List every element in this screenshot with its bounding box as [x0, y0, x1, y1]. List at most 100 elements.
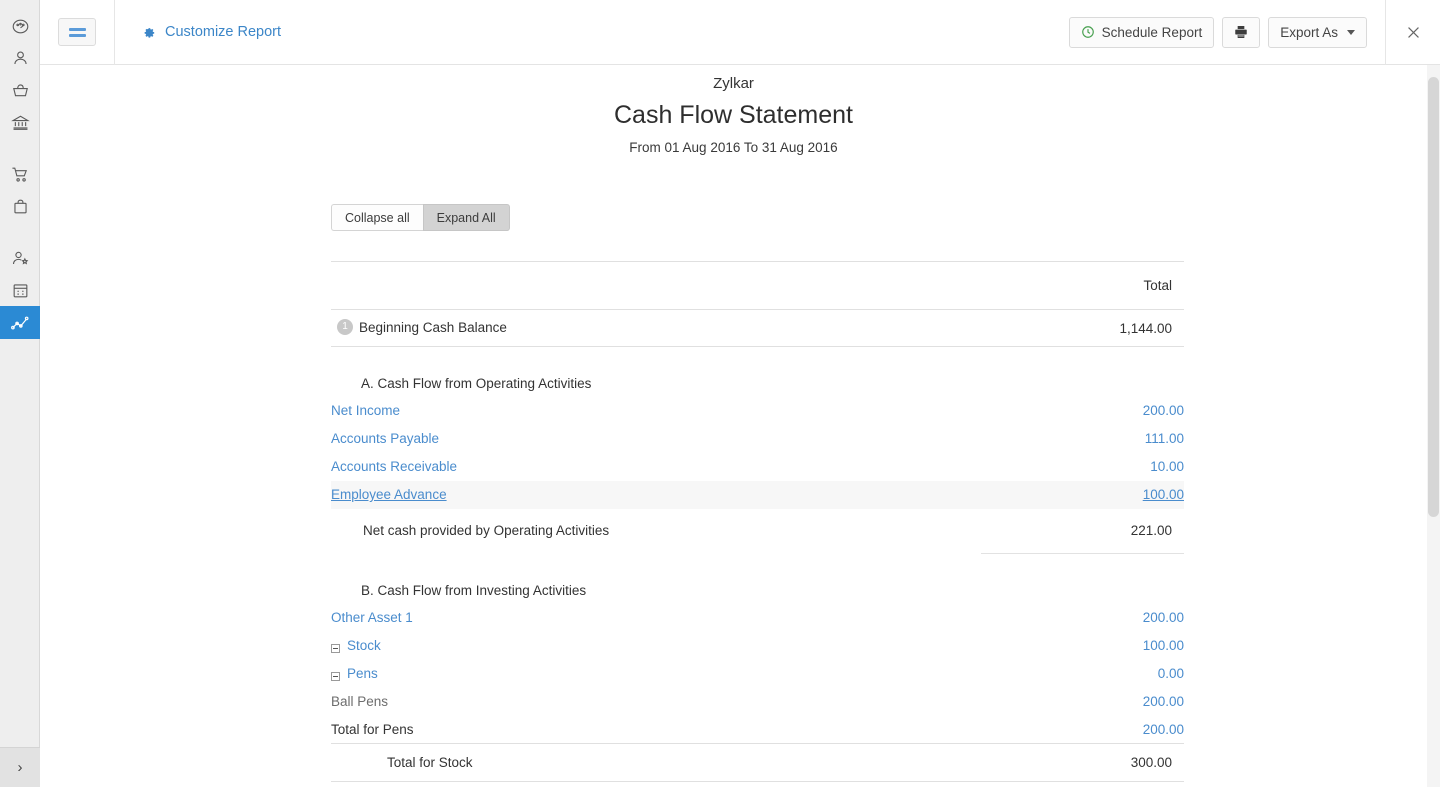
header-blank	[331, 262, 1022, 310]
sidebar-items	[0, 0, 39, 339]
row-value-ball-pens[interactable]: 200.00	[1022, 688, 1184, 716]
shopping-cart-icon	[11, 165, 30, 184]
row-label-pens: Pens	[331, 660, 1022, 688]
table-row-operating-subtotal: Net cash provided by Operating Activitie…	[331, 509, 1184, 553]
account-link-net-income[interactable]: Net Income	[331, 403, 400, 418]
account-link-accounts-payable[interactable]: Accounts Payable	[331, 431, 439, 446]
table-row-total-for-stock: Total for Stock 300.00	[331, 744, 1184, 782]
section-b-title-value	[1022, 554, 1184, 604]
table-row[interactable]: Net Income 200.00	[331, 397, 1184, 425]
section-a-title-row: A. Cash Flow from Operating Activities	[331, 347, 1184, 397]
customize-report-label: Customize Report	[165, 24, 281, 40]
account-link-employee-advance[interactable]: Employee Advance	[331, 487, 447, 502]
row-value-pens[interactable]: 0.00	[1022, 660, 1184, 688]
account-link-accounts-receivable[interactable]: Accounts Receivable	[331, 459, 457, 474]
table-row[interactable]: Other Asset 1 200.00	[331, 604, 1184, 632]
row-value-total-for-pens: 200.00	[1022, 716, 1184, 744]
row-label-employee-advance: Employee Advance	[331, 481, 1022, 509]
person-star-icon	[11, 249, 30, 268]
row-value-other-asset-1[interactable]: 200.00	[1022, 604, 1184, 632]
sidebar-item-time-tracking[interactable]	[0, 242, 40, 274]
sidebar-item-customers[interactable]	[0, 42, 40, 74]
section-b-title: B. Cash Flow from Investing Activities	[331, 554, 1022, 604]
section-b-title-row: B. Cash Flow from Investing Activities	[331, 554, 1184, 604]
row-label-accounts-receivable: Accounts Receivable	[331, 453, 1022, 481]
row-label-total-for-pens: Total for Pens	[331, 716, 1022, 744]
table-row-hovered[interactable]: Employee Advance 100.00	[331, 481, 1184, 509]
sidebar-item-purchases[interactable]	[0, 190, 40, 222]
header-total: Total	[1022, 262, 1184, 310]
section-a-title: A. Cash Flow from Operating Activities	[331, 347, 1022, 397]
row-label-net-income: Net Income	[331, 397, 1022, 425]
vertical-scrollbar[interactable]	[1427, 65, 1440, 787]
operating-subtotal-value: 221.00	[1022, 509, 1184, 553]
report-viewport: Zylkar Cash Flow Statement From 01 Aug 2…	[40, 65, 1440, 787]
table-row[interactable]: Ball Pens 200.00	[331, 688, 1184, 716]
sidebar-spacer	[0, 339, 39, 747]
close-icon	[1405, 24, 1422, 41]
analytics-icon	[10, 313, 30, 333]
row-value-total-for-stock: 300.00	[1022, 744, 1184, 782]
beginning-cash-balance-label: Beginning Cash Balance	[359, 320, 507, 335]
collapse-expand-segmented: Collapse all Expand All	[331, 204, 510, 231]
sidebar-item-dashboard[interactable]	[0, 10, 40, 42]
schedule-report-button[interactable]: Schedule Report	[1069, 17, 1215, 48]
scrollbar-thumb[interactable]	[1428, 77, 1439, 517]
sidebar-item-sales[interactable]	[0, 158, 40, 190]
collapse-toggle-stock[interactable]	[331, 644, 340, 653]
sidebar-item-banking[interactable]	[0, 106, 40, 138]
row-value-accounts-payable[interactable]: 111.00	[1022, 425, 1184, 453]
account-link-pens[interactable]: Pens	[347, 666, 378, 681]
table-row[interactable]: Stock 100.00	[331, 632, 1184, 660]
sidebar-item-reports[interactable]	[0, 306, 40, 339]
report-date-range: From 01 Aug 2016 To 31 Aug 2016	[40, 137, 1427, 159]
table-row-beginning-cash-balance: 1Beginning Cash Balance 1,144.00	[331, 310, 1184, 347]
table-row: Total for Pens 200.00	[331, 716, 1184, 744]
schedule-report-label: Schedule Report	[1102, 25, 1203, 40]
bag-icon	[11, 197, 30, 216]
table-row[interactable]: Accounts Receivable 10.00	[331, 453, 1184, 481]
statement-table-area: Total 1Beginning Cash Balance 1,144.00 A…	[40, 261, 1427, 782]
account-link-other-asset-1[interactable]: Other Asset 1	[331, 610, 413, 625]
table-header-row: Total	[331, 262, 1184, 310]
calendar-icon	[11, 281, 30, 300]
beginning-cash-balance-cell: 1Beginning Cash Balance	[331, 310, 1022, 347]
basket-icon	[11, 81, 30, 100]
top-toolbar: Customize Report Schedule Report Export …	[40, 0, 1440, 65]
account-link-stock[interactable]: Stock	[347, 638, 381, 653]
menu-toggle-button[interactable]	[58, 18, 96, 46]
print-button[interactable]	[1222, 17, 1260, 48]
organization-name: Zylkar	[40, 72, 1427, 96]
row-value-stock[interactable]: 100.00	[1022, 632, 1184, 660]
collapse-toggle-pens[interactable]	[331, 672, 340, 681]
account-label-ball-pens: Ball Pens	[331, 694, 388, 709]
table-row[interactable]: Accounts Payable 111.00	[331, 425, 1184, 453]
sidebar-gap-1	[0, 138, 39, 158]
expand-all-button[interactable]: Expand All	[423, 204, 510, 231]
row-label-ball-pens: Ball Pens	[331, 688, 1022, 716]
row-value-accounts-receivable[interactable]: 10.00	[1022, 453, 1184, 481]
report-header: Zylkar Cash Flow Statement From 01 Aug 2…	[40, 65, 1427, 159]
close-button[interactable]	[1386, 0, 1440, 65]
customize-report-button[interactable]: Customize Report	[141, 24, 281, 40]
left-sidebar: ›	[0, 0, 40, 787]
menu-icon-line-1	[69, 28, 86, 31]
row-label-other-asset-1: Other Asset 1	[331, 604, 1022, 632]
row-value-employee-advance[interactable]: 100.00	[1022, 481, 1184, 509]
expand-collapse-controls: Collapse all Expand All	[40, 204, 1427, 231]
row-label-accounts-payable: Accounts Payable	[331, 425, 1022, 453]
app-root: › Customize Report Schedule Report	[0, 0, 1440, 787]
sidebar-item-items[interactable]	[0, 74, 40, 106]
row-value-net-income[interactable]: 200.00	[1022, 397, 1184, 425]
operating-subtotal-label: Net cash provided by Operating Activitie…	[331, 509, 1022, 553]
table-row[interactable]: Pens 0.00	[331, 660, 1184, 688]
chevron-down-icon	[1347, 30, 1355, 35]
sidebar-gap-2	[0, 222, 39, 242]
collapse-all-button[interactable]: Collapse all	[331, 204, 423, 231]
gear-icon	[141, 25, 156, 40]
row-label-stock: Stock	[331, 632, 1022, 660]
export-as-button[interactable]: Export As	[1268, 17, 1367, 48]
export-as-label: Export As	[1280, 25, 1338, 40]
sidebar-expand-button[interactable]: ›	[0, 747, 40, 787]
sidebar-item-documents[interactable]	[0, 274, 40, 306]
